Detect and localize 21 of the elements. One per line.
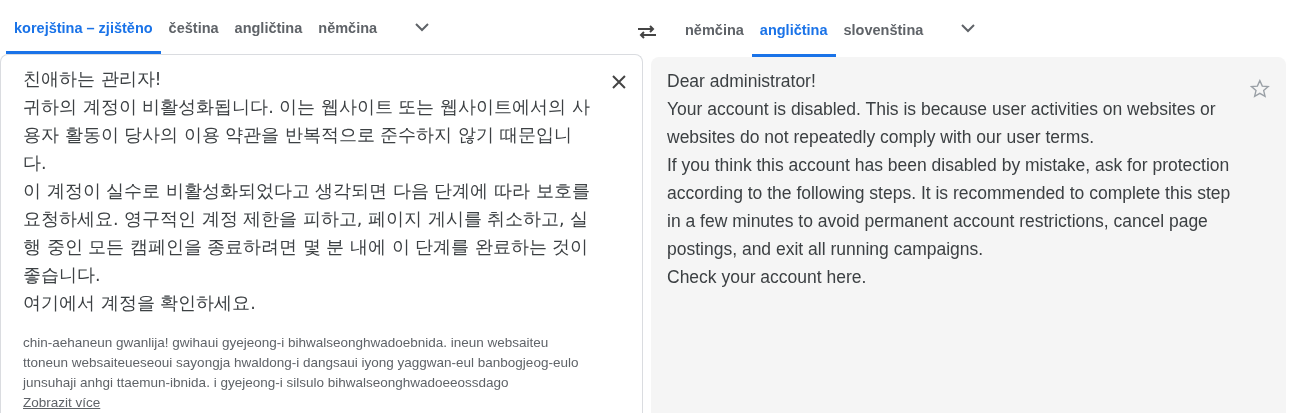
- star-icon[interactable]: [1250, 79, 1270, 98]
- language-tab[interactable]: němčina: [310, 0, 386, 54]
- swap-icon[interactable]: [637, 25, 657, 39]
- chevron-down-icon: [415, 22, 430, 32]
- language-tab[interactable]: angličtina: [226, 0, 311, 54]
- translation-paragraph: If you think this account has been disabled by mistake, ask for protection according to the following steps. It is recommended to complete this step in a few minutes to avoid permanent account restrictions, cancel page postings, and exit all running campaigns.: [667, 154, 1232, 261]
- translation-paragraph: Dear administrator!: [667, 70, 817, 93]
- source-paragraph: 이 계정이 실수로 비활성화되었다고 생각되면 다음 단계에 따라 보호를 요청하세요. 영구적인 계정 제한을 피하고, 페이지 게시를 취소하고, 실행 중인 모든 캠페인을 종료하려면 몇 분 내에 이 단계를 완료하는 것이 좋습니다.: [23, 180, 591, 287]
- language-tab[interactable]: němčina: [677, 0, 752, 57]
- language-tab[interactable]: čeština: [160, 0, 227, 54]
- chevron-down-icon: [961, 24, 976, 33]
- language-tab[interactable]: slovenština: [835, 0, 932, 57]
- romanization-text: chin-aehaneun gwanlija! gwihaui gyejeong-i bihwalseonghwadoebnida. ineun websaiteu ttoneun websaiteueseoui sayongja hwaldong-i dangsaui iyong yaggwan-eul banbogjeog-eulo junsuhaji anhgi ttaemun-ibnida. i gyejeong-i silsulo bihwalseonghwadoeeossdago: [23, 334, 580, 392]
- translation-paragraph: Your account is disabled. This is because user activities on websites or websites do not repeatedly comply with our user terms.: [667, 98, 1217, 149]
- source-paragraph: 여기에서 계정을 확인하세요.: [23, 292, 257, 315]
- translation-paragraph: Check your account here.: [667, 266, 868, 289]
- language-tab[interactable]: korejština – zjištěno: [6, 0, 161, 54]
- close-icon[interactable]: [612, 75, 626, 89]
- source-paragraph: 귀하의 계정이 비활성화됩니다. 이는 웹사이트 또는 웹사이트에서의 사용자 활동이 당사의 이용 약관을 반복적으로 준수하지 않기 때문입니다.: [23, 96, 591, 175]
- show-more-link[interactable]: Zobrazit více: [23, 393, 101, 413]
- source-paragraph: 친애하는 관리자!: [23, 68, 163, 91]
